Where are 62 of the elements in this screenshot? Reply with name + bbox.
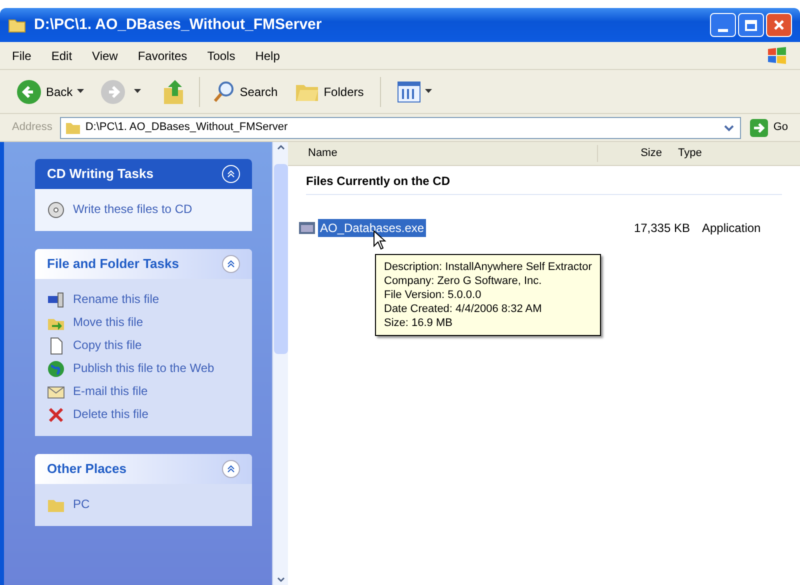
- group-header: Files Currently on the CD: [306, 172, 782, 195]
- menu-item[interactable]: Tools: [207, 46, 236, 64]
- file-size: 17,335 KB: [632, 220, 690, 237]
- scroll-up-icon[interactable]: [276, 142, 286, 152]
- task-link[interactable]: Rename this file: [73, 291, 160, 307]
- tooltip-line: Description: InstallAnywhere Self Extractor: [384, 260, 592, 274]
- folder-icon: [65, 120, 82, 134]
- caret-icon: [424, 89, 432, 94]
- menu-item[interactable]: Help: [255, 46, 280, 64]
- scroll-thumb[interactable]: [274, 164, 288, 354]
- address-label: Address: [12, 120, 52, 136]
- delete-icon: [47, 406, 65, 424]
- close-icon: [773, 19, 785, 31]
- scroll-down-icon[interactable]: [276, 575, 286, 585]
- panel-header[interactable]: Other Places: [35, 454, 252, 484]
- collapse-button[interactable]: [222, 255, 240, 273]
- minimize-button[interactable]: [710, 13, 736, 37]
- windows-logo-icon: [766, 46, 788, 66]
- task-link[interactable]: Copy this file: [73, 337, 142, 353]
- column-header[interactable]: Type: [670, 145, 702, 162]
- tooltip-line: File Version: 5.0.0.0: [384, 288, 482, 302]
- rename-icon: [47, 291, 65, 309]
- caret-icon: [134, 89, 141, 94]
- window-title: D:\PC\1. AO_DBases_Without_FMServer: [34, 14, 323, 35]
- program-icon: [298, 221, 316, 235]
- file-type: Application: [701, 220, 761, 237]
- search-button[interactable]: Search: [212, 80, 278, 104]
- task-link[interactable]: E-mail this file: [73, 383, 148, 399]
- address-field[interactable]: D:\PC\1. AO_DBases_Without_FMServer: [60, 116, 742, 138]
- collapse-button[interactable]: [222, 460, 240, 478]
- folder-icon: [8, 17, 26, 33]
- menu-item[interactable]: View: [92, 46, 118, 64]
- column-header[interactable]: Size: [598, 145, 670, 162]
- back-button[interactable]: Back: [16, 78, 84, 104]
- task-link[interactable]: Move this file: [73, 314, 144, 330]
- task-link[interactable]: Delete this file: [73, 406, 148, 422]
- menu-item[interactable]: Favorites: [138, 46, 188, 64]
- task-link[interactable]: PC: [73, 496, 90, 512]
- task-link[interactable]: Publish this file to the Web: [73, 360, 214, 376]
- views-icon: [396, 80, 421, 102]
- double-chevron-icon: [227, 170, 235, 178]
- search-icon: [212, 80, 236, 104]
- tooltip-line: Company: Zero G Software, Inc.: [384, 274, 543, 288]
- column-header[interactable]: Name: [288, 145, 598, 162]
- menu-item[interactable]: File: [12, 46, 32, 64]
- tooltip-line: Date Created: 4/4/2006 8:32 AM: [384, 302, 543, 316]
- menu-item[interactable]: Edit: [51, 46, 72, 64]
- double-chevron-icon: [227, 465, 235, 473]
- task-link[interactable]: Write these files to CD: [73, 201, 192, 217]
- folders-button[interactable]: Folders: [294, 80, 364, 102]
- disc-icon: [47, 201, 65, 219]
- tooltip-line: Size: 16.9 MB: [384, 316, 454, 330]
- panel-header[interactable]: File and Folder Tasks: [35, 249, 252, 279]
- file-name[interactable]: AO_Databases.exe: [318, 219, 426, 237]
- go-button[interactable]: Go: [749, 118, 788, 138]
- caret-icon: [76, 89, 84, 94]
- globe-icon: [47, 360, 65, 378]
- panel-header[interactable]: CD Writing Tasks: [35, 159, 252, 189]
- close-button[interactable]: [766, 13, 792, 37]
- double-chevron-icon: [227, 260, 235, 268]
- maximize-button[interactable]: [738, 13, 764, 37]
- views-button[interactable]: [396, 80, 432, 102]
